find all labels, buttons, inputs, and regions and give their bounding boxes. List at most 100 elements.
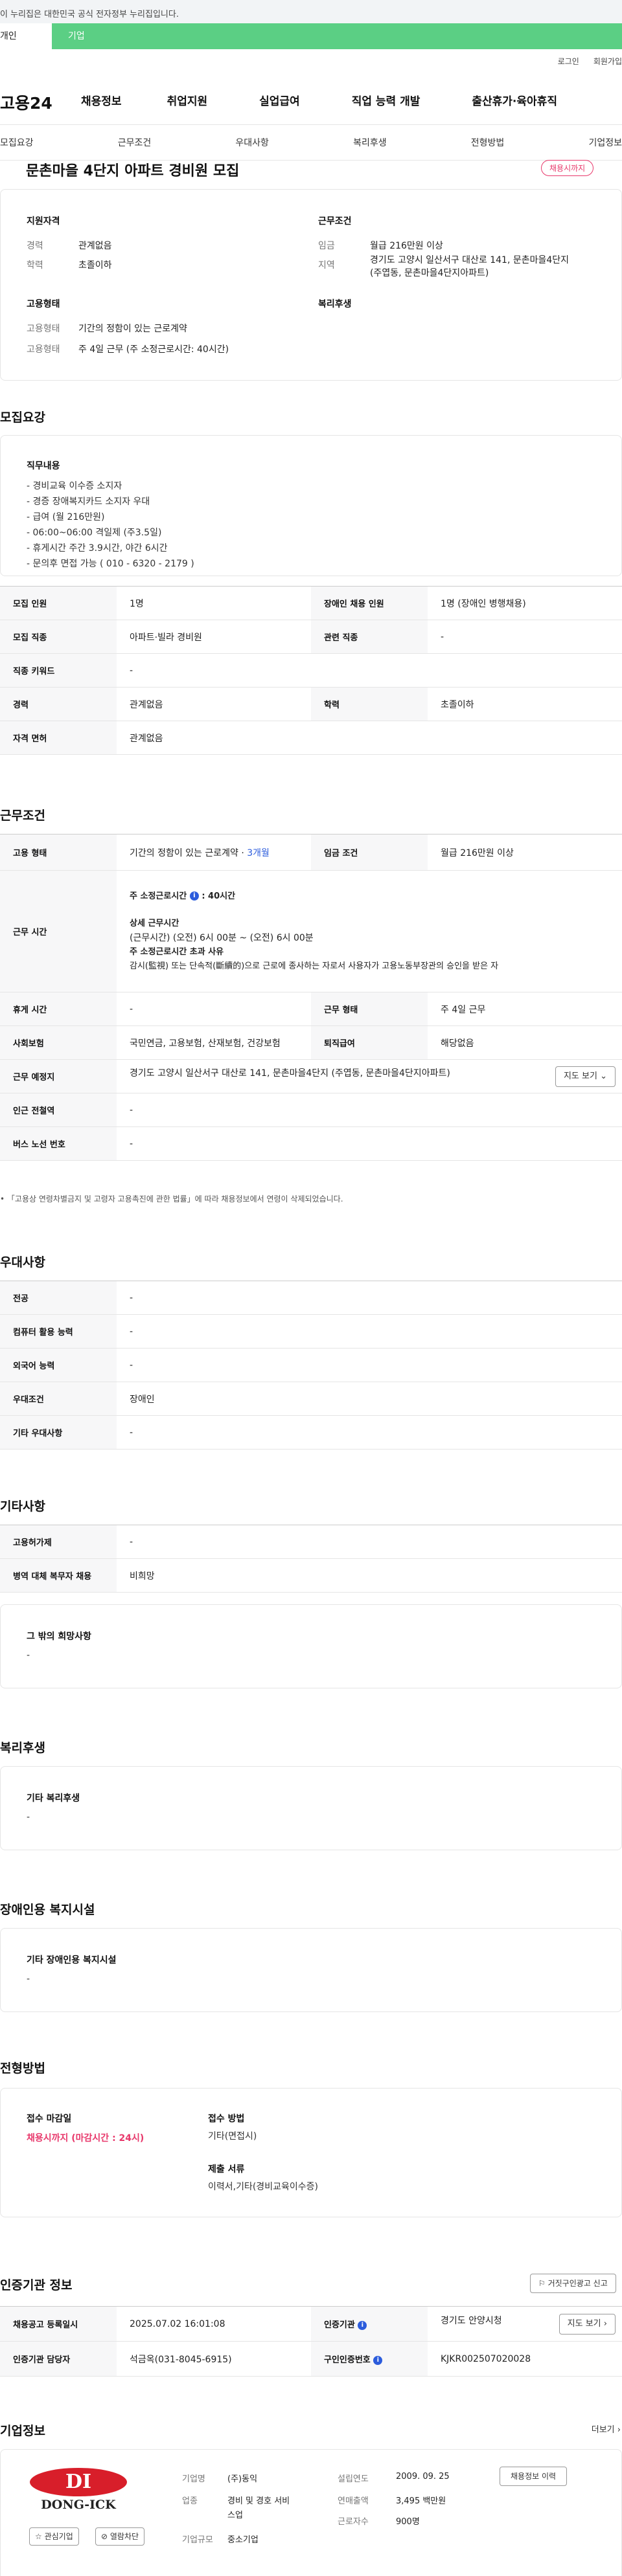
agency-map-button[interactable]: 지도 보기 › bbox=[559, 2313, 616, 2335]
wage-label: 임금 bbox=[318, 241, 335, 251]
more-link[interactable]: 더보기 › bbox=[592, 2423, 621, 2435]
org-label: 인증기관 bbox=[324, 2320, 355, 2330]
disabled-heading: 장애인용 복지시설 bbox=[0, 1903, 95, 1917]
subnav-recruit[interactable]: 모집요강 bbox=[0, 136, 34, 149]
detail-hours-heading: 상세 근무시간 bbox=[130, 918, 179, 928]
nav-jobs[interactable]: 채용정보 bbox=[81, 92, 122, 108]
info-icon[interactable]: i bbox=[189, 891, 199, 901]
work-place-value: 경기도 고양시 일산서구 대산로 141, 문촌마을4단지 (주엽동, 문촌마을… bbox=[130, 1068, 450, 1079]
age-notice-text: 「고용상 연령차별금지 및 고령자 고용촉진에 관한 법률」에 따라 채용정보에… bbox=[6, 1194, 343, 1204]
job-line: - 휴게시간 주간 3.9시간, 야간 6시간 bbox=[27, 543, 168, 554]
block-label: 열람차단 bbox=[109, 2532, 139, 2541]
flag-icon: ⚐ bbox=[538, 2279, 546, 2288]
etc-heading: 기타사항 bbox=[0, 1499, 45, 1514]
main-nav: 채용정보 취업지원 실업급여 직업 능력 개발 출산휴가·육아휴직 bbox=[81, 92, 557, 108]
cell-label: 인증기관 i bbox=[311, 2306, 428, 2342]
deadline-heading: 접수 마감일 bbox=[27, 2114, 72, 2124]
weekly-hours-label: 주 소정근로시간 bbox=[130, 891, 187, 901]
nav-employment-support[interactable]: 취업지원 bbox=[167, 92, 208, 108]
pref-table: 전공 - 컴퓨터 활용 능력 - 외국어 능력 - 우대조건 장애인 기타 우대사항 - bbox=[0, 1281, 622, 1450]
cell-value: 초졸이하 bbox=[428, 687, 622, 721]
cond-heading: 근무조건 bbox=[318, 216, 352, 227]
info-icon[interactable]: i bbox=[373, 2355, 383, 2365]
subnav-selection[interactable]: 전형방법 bbox=[471, 136, 505, 149]
subnav-welfare[interactable]: 복리후생 bbox=[353, 136, 387, 149]
tab-individual[interactable]: 개인 bbox=[0, 23, 52, 49]
num-label: 구인인증번호 bbox=[324, 2355, 371, 2365]
info-icon[interactable]: i bbox=[358, 2320, 367, 2330]
employees-value: 900명 bbox=[396, 2517, 420, 2527]
cell-value: - bbox=[117, 1525, 622, 1559]
table-row: 모집 직종 아파트·빌라 경비원 관련 직종 - bbox=[0, 620, 622, 654]
table-row: 근무 예정지 경기도 고양시 일산서구 대산로 141, 문촌마을4단지 (주엽… bbox=[0, 1059, 622, 1093]
company-name-label: 기업명 bbox=[182, 2474, 205, 2484]
signup-link[interactable]: 회원가입 bbox=[593, 56, 622, 67]
table-row: 경력 관계없음 학력 초졸이하 bbox=[0, 687, 622, 721]
revenue-value: 3,495 백만원 bbox=[396, 2496, 446, 2506]
section-nav: 모집요강 근무조건 우대사항 복리후생 전형방법 기업정보 bbox=[0, 124, 622, 161]
est-label: 설립연도 bbox=[338, 2474, 369, 2484]
cell-label: 기타 우대사항 bbox=[0, 1415, 117, 1450]
subnav-company[interactable]: 기업정보 bbox=[588, 136, 622, 149]
conditions-table: 고용 형태 기간의 정함이 있는 근로계약 · 3개월 임금 조건 월급 216… bbox=[0, 834, 622, 1161]
contract-period-link[interactable]: 3개월 bbox=[247, 848, 270, 858]
hiring-history-button[interactable]: 채용정보 이력 bbox=[500, 2467, 568, 2486]
detail-hours-value: (근무시간) (오전) 6시 00분 ~ (오전) 6시 00분 bbox=[130, 932, 314, 943]
deadline-badge: 채용시까지 bbox=[541, 160, 594, 176]
job-desc-lines: - 경비교육 이수증 소지자 - 경증 장애복지카드 소지자 우대 - 급여 (… bbox=[27, 478, 194, 572]
chevron-right-icon: › bbox=[617, 2425, 621, 2435]
tab-company[interactable]: 기업 bbox=[52, 23, 622, 49]
subnav-conditions[interactable]: 근무조건 bbox=[118, 136, 152, 149]
qual-heading: 지원자격 bbox=[27, 216, 60, 227]
cell-value: - bbox=[117, 1348, 622, 1382]
nav-training[interactable]: 직업 능력 개발 bbox=[352, 92, 420, 108]
cell-value: 석금옥(031-8045-6915) bbox=[117, 2341, 311, 2377]
cell-label: 장애인 채용 인원 bbox=[311, 586, 428, 620]
company-heading: 기업정보 bbox=[0, 2424, 45, 2438]
cell-value: KJKR002507020028 bbox=[428, 2341, 622, 2377]
method-value: 기타(면접시) bbox=[208, 2131, 257, 2142]
subnav-preferences[interactable]: 우대사항 bbox=[235, 136, 269, 149]
emp1-label: 고용형태 bbox=[27, 324, 60, 334]
table-row: 자격 면허 관계없음 bbox=[0, 721, 622, 755]
table-row: 병역 대체 복무자 채용 비희망 bbox=[0, 1558, 622, 1593]
wage-value: 월급 216만원 이상 bbox=[370, 241, 443, 251]
cell-value: 경기도 고양시 일산서구 대산로 141, 문촌마을4단지 (주엽동, 문촌마을… bbox=[117, 1059, 622, 1093]
cell-value: 2025.07.02 16:01:08 bbox=[117, 2306, 311, 2342]
conditions-heading: 근무조건 bbox=[0, 809, 45, 823]
other-wish-heading: 그 밖의 희망사항 bbox=[27, 1631, 91, 1642]
cell-value: 주 4일 근무 bbox=[428, 992, 622, 1026]
disabled-box-value: - bbox=[27, 1974, 30, 1984]
edu-value: 초졸이하 bbox=[78, 260, 112, 271]
cell-value: 1명 (장애인 병행채용) bbox=[428, 586, 622, 620]
report-button-label: 거짓구인광고 신고 bbox=[547, 2279, 608, 2288]
disabled-box: 기타 장애인용 복지시설 - bbox=[0, 1928, 622, 2012]
favorite-button[interactable]: ☆ 관심기업 bbox=[29, 2527, 79, 2546]
disabled-box-heading: 기타 장애인용 복지시설 bbox=[27, 1955, 117, 1966]
company-box: DI DONG-ICK ☆ 관심기업 ⊘ 열람차단 기업명 (주)동익 업종 경… bbox=[0, 2449, 622, 2576]
map-button[interactable]: 지도 보기 ⌄ bbox=[555, 1066, 616, 1087]
table-row: 고용 형태 기간의 정함이 있는 근로계약 · 3개월 임금 조건 월급 216… bbox=[0, 834, 622, 871]
cell-value: 관계없음 bbox=[117, 721, 622, 755]
nav-unemployment[interactable]: 실업급여 bbox=[259, 92, 300, 108]
size-value: 중소기업 bbox=[227, 2535, 259, 2545]
table-row: 컴퓨터 활용 능력 - bbox=[0, 1314, 622, 1349]
page-title: 문촌마을 4단지 아파트 경비원 모집 bbox=[26, 163, 240, 179]
utility-links: 로그인 회원가입 bbox=[558, 56, 622, 67]
etc-table: 고용허가제 - 병역 대체 복무자 채용 비희망 bbox=[0, 1525, 622, 1593]
other-wish-value: - bbox=[27, 1650, 30, 1661]
table-row: 고용허가제 - bbox=[0, 1525, 622, 1559]
welfare-section-heading: 복리후생 bbox=[0, 1741, 45, 1755]
cell-label: 퇴직급여 bbox=[311, 1025, 428, 1060]
cell-label: 자격 면허 bbox=[0, 721, 117, 755]
login-link[interactable]: 로그인 bbox=[558, 56, 579, 67]
cell-value: 경기도 안양시청 지도 보기 › bbox=[428, 2306, 622, 2342]
block-button[interactable]: ⊘ 열람차단 bbox=[95, 2527, 145, 2546]
site-logo[interactable]: 고용24 bbox=[0, 91, 52, 114]
emp-type-value: 기간의 정함이 있는 근로계약 · bbox=[130, 847, 248, 858]
table-row: 인근 전철역 - bbox=[0, 1093, 622, 1127]
star-icon: ☆ bbox=[35, 2532, 42, 2541]
report-button[interactable]: ⚐ 거짓구인광고 신고 bbox=[530, 2274, 616, 2293]
cell-label: 휴게 시간 bbox=[0, 992, 117, 1026]
nav-leave[interactable]: 출산휴가·육아휴직 bbox=[472, 92, 557, 108]
